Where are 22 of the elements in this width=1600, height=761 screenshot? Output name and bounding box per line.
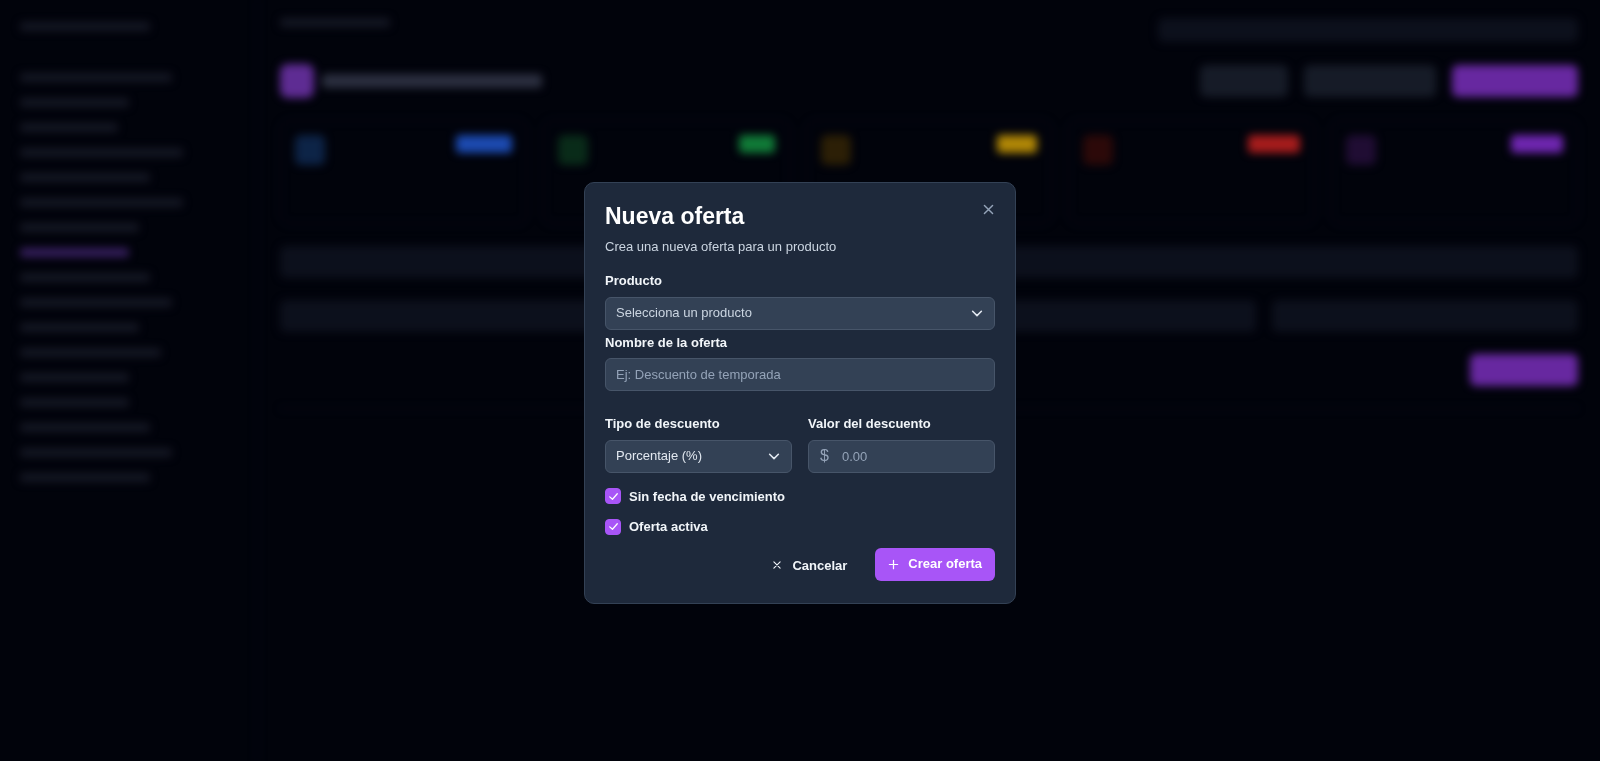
close-icon <box>772 560 783 571</box>
field-label: Tipo de descuento <box>605 415 720 434</box>
currency-prefix: $ <box>820 448 829 465</box>
checkbox[interactable] <box>605 518 621 535</box>
field-label: Nombre de la oferta <box>605 333 728 352</box>
checkbox-label: Sin fecha de vencimiento <box>629 487 786 506</box>
dialog-title: Nueva oferta <box>605 203 745 231</box>
discount-type-select[interactable]: Porcentaje (%) <box>605 439 792 473</box>
checkbox[interactable] <box>605 488 621 505</box>
field-label: Producto <box>605 272 663 291</box>
close-icon <box>982 203 995 216</box>
create-offer-button[interactable]: Crear oferta <box>875 547 995 581</box>
close-button[interactable] <box>982 203 995 216</box>
check-icon <box>607 521 619 533</box>
cancel-button[interactable]: Cancelar <box>760 547 860 584</box>
check-icon <box>607 490 619 502</box>
dialog-subtitle: Crea una nueva oferta para un producto <box>605 237 838 256</box>
plus-icon <box>888 558 900 570</box>
checkbox-label: Oferta activa <box>629 518 708 537</box>
field-label: Valor del descuento <box>808 415 931 434</box>
product-select[interactable]: Selecciona un producto <box>605 296 995 330</box>
offer-name-field[interactable]: Ej: Descuento de temporada <box>605 358 995 392</box>
